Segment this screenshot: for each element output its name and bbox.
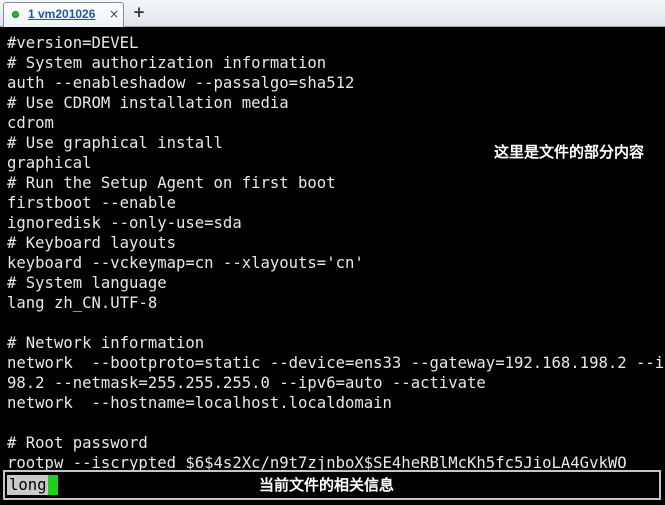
terminal-line: #version=DEVEL (7, 34, 139, 52)
status-line[interactable]: long 当前文件的相关信息 (3, 470, 661, 500)
terminal-line: # Keyboard layouts (7, 234, 176, 252)
terminal-screen[interactable]: #version=DEVEL # System authorization inf… (0, 27, 665, 505)
terminal-line: # System language (7, 274, 167, 292)
terminal-output: #version=DEVEL # System authorization inf… (7, 33, 665, 473)
annotation-file-info: 当前文件的相关信息 (259, 476, 395, 494)
terminal-window: 1 vm201026 × + #version=DEVEL # System au… (0, 0, 665, 505)
terminal-line: auth --enableshadow --passalgo=sha512 (7, 74, 355, 92)
new-tab-button[interactable]: + (130, 3, 148, 21)
text-cursor (48, 475, 58, 495)
terminal-line: # System authorization information (7, 54, 327, 72)
annotation-file-content: 这里是文件的部分内容 (494, 143, 645, 161)
terminal-line: network --hostname=localhost.localdomain (7, 394, 392, 412)
terminal-line: # Use CDROM installation media (7, 94, 289, 112)
terminal-line: # Root password (7, 434, 148, 452)
terminal-line: firstboot --enable (7, 194, 176, 212)
terminal-line: network --bootproto=static --device=ens3… (7, 354, 665, 372)
terminal-line: 98.2 --netmask=255.255.255.0 --ipv6=auto… (7, 374, 486, 392)
tab-session-vm201026[interactable]: 1 vm201026 × (3, 2, 124, 27)
tab-bar: 1 vm201026 × + (0, 0, 665, 27)
connected-dot-icon (12, 11, 19, 18)
terminal-line: keyboard --vckeymap=cn --xlayouts='cn' (7, 254, 364, 272)
terminal-line: ignoredisk --only-use=sda (7, 214, 242, 232)
terminal-line: # Network information (7, 334, 205, 352)
command-line-text[interactable]: long (7, 475, 49, 495)
terminal-line: cdrom (7, 114, 54, 132)
tab-label[interactable]: 1 vm201026 (28, 7, 95, 21)
terminal-line: # Run the Setup Agent on first boot (7, 174, 336, 192)
terminal-line: lang zh_CN.UTF-8 (7, 294, 158, 312)
close-icon[interactable]: × (109, 6, 119, 22)
